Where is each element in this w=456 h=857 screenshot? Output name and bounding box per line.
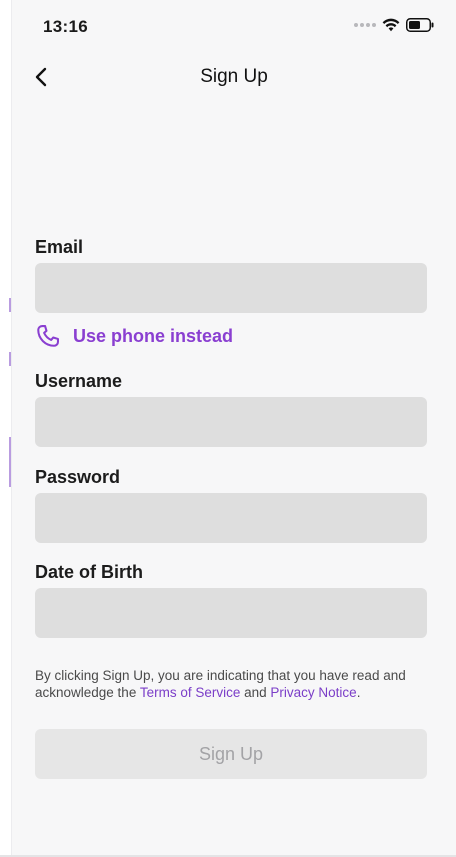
battery-icon bbox=[406, 18, 434, 32]
legal-notice: By clicking Sign Up, you are indicating … bbox=[35, 667, 435, 701]
terms-of-service-link[interactable]: Terms of Service bbox=[140, 685, 241, 700]
password-label: Password bbox=[35, 467, 121, 487]
status-time: 13:16 bbox=[43, 17, 88, 36]
signal-icon bbox=[354, 23, 376, 27]
status-icons bbox=[354, 18, 434, 32]
legal-suffix: . bbox=[356, 685, 361, 700]
username-label: Username bbox=[35, 371, 123, 391]
use-phone-link[interactable]: Use phone instead bbox=[35, 323, 233, 349]
gutter-mark bbox=[9, 437, 11, 487]
page-title: Sign Up bbox=[200, 66, 268, 87]
wifi-icon bbox=[382, 18, 400, 32]
sign-up-button[interactable]: Sign Up bbox=[35, 729, 427, 779]
email-field[interactable] bbox=[35, 263, 427, 313]
gutter-mark bbox=[9, 298, 11, 312]
status-bar: 13:16 bbox=[0, 0, 456, 52]
password-field[interactable] bbox=[35, 493, 427, 543]
left-gutter bbox=[0, 0, 12, 857]
username-field[interactable] bbox=[35, 397, 427, 447]
nav-bar: Sign Up bbox=[12, 52, 456, 104]
email-label: Email bbox=[35, 237, 84, 257]
phone-icon bbox=[37, 325, 59, 347]
date-of-birth-field[interactable] bbox=[35, 588, 427, 638]
legal-middle: and bbox=[240, 685, 271, 700]
sign-up-screen: 13:16 Sign Up Email Use phone instead Us… bbox=[0, 0, 456, 857]
use-phone-label: Use phone instead bbox=[73, 325, 234, 346]
gutter-mark bbox=[9, 352, 11, 366]
dob-label: Date of Birth bbox=[35, 562, 143, 582]
privacy-notice-link[interactable]: Privacy Notice bbox=[270, 685, 356, 700]
